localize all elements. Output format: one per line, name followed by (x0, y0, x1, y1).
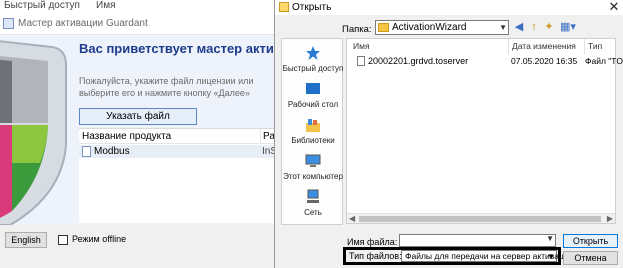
wizard-footer: English Режим offline (0, 225, 283, 268)
wizard-title: Мастер активации Guardant (18, 18, 148, 29)
wizard-titlebar: Мастер активации Guardant (0, 13, 283, 35)
chevron-down-icon[interactable]: ▼ (546, 234, 554, 243)
folder-label: Папка: (342, 24, 372, 35)
folder-value: ActivationWizard (392, 22, 467, 33)
shield-logo-icon (0, 40, 67, 225)
file-type: Файл "TO (585, 56, 623, 66)
column-date[interactable]: Дата изменения (512, 41, 576, 51)
product-name: Modbus (94, 146, 130, 157)
file-name: 20002201.grdvd.toserver (368, 56, 469, 66)
offline-mode-checkbox[interactable] (58, 235, 68, 245)
english-language-button[interactable]: English (5, 232, 47, 248)
place-label: Быстрый доступ (282, 64, 344, 73)
dialog-folder-icon (279, 2, 289, 12)
open-file-dialog: Открыть ✕ Папка: ActivationWizard ▼ ◀ ↑ … (274, 0, 623, 268)
up-folder-icon[interactable]: ↑ (528, 21, 540, 34)
wizard-app-icon (3, 18, 14, 29)
file-icon (357, 56, 365, 66)
desktop-icon (306, 83, 320, 94)
chevron-down-icon[interactable]: ▼ (547, 251, 555, 262)
file-list: Имя Дата изменения Тип 20002201.grdvd.to… (346, 38, 623, 224)
wizard-body: Вас приветствует мастер активации лиценз… (0, 35, 378, 225)
place-label: Рабочий стол (287, 100, 339, 109)
wizard-description: Пожалуйста, укажите файл лицензии или вы… (79, 76, 254, 98)
network-icon (307, 189, 319, 203)
scrollbar-thumb[interactable] (359, 216, 601, 222)
libraries-icon (306, 119, 320, 132)
specify-license-file-button[interactable]: Указать файл лицензии... (79, 108, 197, 137)
quick-access-star-icon (306, 46, 320, 60)
scroll-right-icon[interactable]: ▶ (607, 214, 613, 224)
column-product-name[interactable]: Название продукта (79, 129, 259, 144)
place-desktop[interactable]: Рабочий стол (282, 81, 344, 109)
filetype-label: Тип файлов: (349, 251, 402, 261)
column-separator[interactable] (584, 39, 585, 54)
offline-mode-label: Режим offline (72, 234, 127, 244)
filetype-highlight-frame: Тип файлов: Файлы для передачи на сервер… (343, 247, 573, 265)
folder-icon (378, 23, 389, 32)
activation-wizard-window: Мастер активации Guardant Вас приветству… (0, 13, 378, 268)
product-table: Название продукта Раз Modbus InS (79, 128, 283, 223)
background-name-column: Имя (96, 0, 116, 11)
computer-icon (305, 154, 321, 167)
filetype-combo[interactable]: Файлы для передачи на сервер активации ▼ (401, 250, 573, 262)
background-quick-access: Быстрый доступ (4, 0, 80, 11)
place-network[interactable]: Сеть (282, 189, 344, 217)
horizontal-scrollbar[interactable]: ◀ ▶ (347, 213, 615, 223)
place-this-pc[interactable]: Этот компьютер (282, 153, 344, 181)
scroll-left-icon[interactable]: ◀ (349, 214, 355, 224)
file-date: 07.05.2020 16:35 (511, 56, 578, 66)
open-button[interactable]: Открыть (563, 234, 618, 248)
back-icon[interactable]: ◀ (513, 21, 525, 34)
place-libraries[interactable]: Библиотеки (282, 117, 344, 145)
folder-combo[interactable]: ActivationWizard ▼ (375, 20, 509, 35)
place-label: Этот компьютер (283, 172, 343, 181)
filename-label: Имя файла: (347, 237, 398, 247)
place-label: Библиотеки (291, 136, 335, 145)
new-folder-icon[interactable]: ✦ (543, 21, 555, 34)
place-label: Сеть (304, 208, 322, 217)
column-separator[interactable] (508, 39, 509, 54)
filename-input[interactable]: ▼ (399, 234, 556, 247)
table-row[interactable]: Modbus InS (79, 145, 283, 158)
chevron-down-icon[interactable]: ▼ (499, 21, 507, 34)
dialog-title: Открыть (292, 2, 332, 13)
column-name[interactable]: Имя (353, 41, 370, 51)
place-quick-access[interactable]: Быстрый доступ (282, 45, 344, 73)
cancel-button[interactable]: Отмена (563, 251, 618, 265)
places-bar: Быстрый доступ Рабочий стол Библиотеки Э… (281, 38, 343, 225)
dialog-titlebar: Открыть ✕ (275, 0, 623, 15)
column-type[interactable]: Тип (588, 41, 602, 51)
product-file-icon (82, 146, 91, 157)
close-button[interactable]: ✕ (606, 0, 622, 15)
view-menu-icon[interactable]: ▦▾ (559, 21, 577, 34)
